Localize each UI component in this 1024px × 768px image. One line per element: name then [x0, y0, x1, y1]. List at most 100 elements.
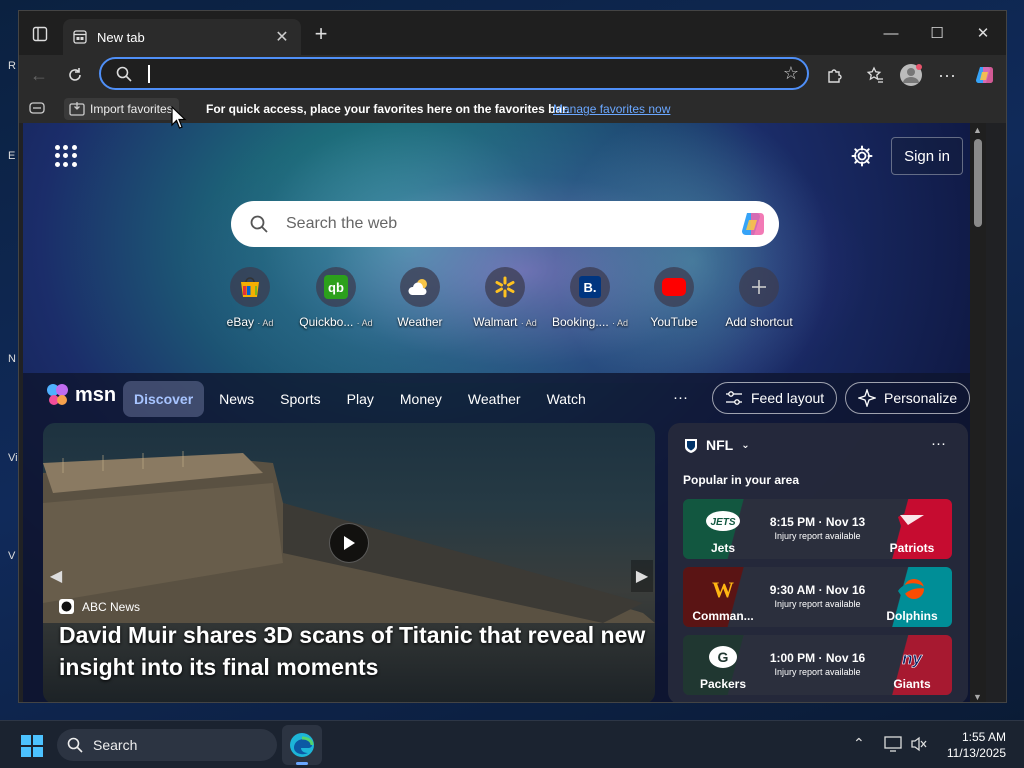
- sign-in-button[interactable]: Sign in: [891, 137, 963, 175]
- nav-weather[interactable]: Weather: [457, 381, 532, 417]
- chevron-down-icon: ⌄: [741, 439, 750, 451]
- favorites-bar-icon: [29, 102, 45, 114]
- shortcut-ebay[interactable]: eBay · Ad: [205, 267, 295, 329]
- taskbar-edge-button[interactable]: [282, 725, 322, 765]
- feed-layout-button[interactable]: Feed layout: [712, 382, 838, 414]
- desktop-icon-fragment: R: [8, 60, 16, 72]
- page-scrollbar[interactable]: ▲ ▼: [970, 123, 986, 702]
- ad-label: · Ad: [356, 318, 373, 328]
- nfl-more-button[interactable]: ···: [931, 435, 946, 452]
- show-hidden-icons-chevron-icon[interactable]: ⌃: [853, 735, 865, 752]
- booking-icon: B.: [570, 267, 610, 307]
- favorites-button[interactable]: [861, 61, 889, 89]
- home-team: Packers: [699, 677, 747, 691]
- msn-feed: msn Discover News Sports Play Money Weat…: [23, 373, 986, 702]
- toolbar: ← ☆ ···: [19, 55, 1006, 95]
- volume-muted-icon[interactable]: [910, 735, 928, 753]
- play-video-button[interactable]: [329, 523, 369, 563]
- scroll-down-icon[interactable]: ▼: [973, 692, 982, 702]
- windows-start-icon[interactable]: [20, 734, 44, 758]
- browser-window: New tab ✕ + — ☐ ✕ ← ☆ ··· Import favorit…: [18, 10, 1007, 703]
- address-bar[interactable]: ☆: [99, 57, 809, 90]
- carousel-next-button[interactable]: ▶: [631, 560, 653, 592]
- nav-sports[interactable]: Sports: [269, 381, 331, 417]
- tab-actions-button[interactable]: [27, 21, 53, 47]
- shortcut-booking[interactable]: B. Booking.... · Ad: [545, 267, 635, 329]
- taskbar-clock[interactable]: 1:55 AM 11/13/2025: [947, 729, 1006, 761]
- shortcut-label: Walmart: [473, 315, 518, 329]
- game-row[interactable]: JETS 8:15 PM · Nov 13 Injury report avai…: [683, 499, 952, 559]
- game-row[interactable]: G ny 1:00 PM · Nov 16 Injury report avai…: [683, 635, 952, 695]
- hero-news-card[interactable]: ◀ ▶ ABC News David Muir shares 3D scans …: [43, 423, 655, 702]
- svg-text:B.: B.: [584, 280, 597, 295]
- shortcut-add[interactable]: Add shortcut: [714, 267, 804, 329]
- nav-news[interactable]: News: [208, 381, 265, 417]
- title-bar: New tab ✕ + — ☐ ✕: [19, 11, 1006, 55]
- copilot-icon[interactable]: [739, 210, 769, 238]
- taskbar-search-label: Search: [93, 737, 138, 753]
- apps-launcher-icon[interactable]: [55, 145, 77, 167]
- refresh-button[interactable]: [61, 61, 89, 89]
- nav-more-button[interactable]: ···: [673, 389, 688, 406]
- shortcut-label: eBay: [226, 315, 254, 329]
- hero-headline[interactable]: David Muir shares 3D scans of Titanic th…: [59, 619, 649, 683]
- shortcut-walmart[interactable]: Walmart · Ad: [460, 267, 550, 329]
- nfl-title: NFL: [706, 437, 734, 453]
- away-team: Giants: [893, 677, 931, 691]
- web-search-box[interactable]: Search the web: [231, 201, 779, 247]
- giants-logo-icon: ny: [902, 649, 924, 669]
- manage-favorites-link[interactable]: Manage favorites now: [553, 102, 670, 116]
- scroll-up-icon[interactable]: ▲: [973, 125, 982, 135]
- taskbar: Search ⌃ 1:55 AM 11/13/2025: [0, 720, 1024, 768]
- add-favorite-star-icon[interactable]: ☆: [783, 63, 799, 84]
- nav-watch[interactable]: Watch: [536, 381, 597, 417]
- back-button[interactable]: ←: [25, 61, 53, 89]
- game-time: 8:15 PM · Nov 13: [769, 515, 866, 529]
- personalize-label: Personalize: [884, 390, 958, 406]
- nfl-shield-icon: [685, 439, 697, 453]
- scrollbar-thumb[interactable]: [974, 139, 982, 227]
- maximize-button[interactable]: ☐: [914, 19, 960, 47]
- shortcut-quickbooks[interactable]: qb Quickbo... · Ad: [291, 267, 381, 329]
- jets-logo-icon: JETS: [706, 511, 740, 531]
- carousel-prev-button[interactable]: ◀: [45, 560, 67, 592]
- quickbooks-icon: qb: [316, 267, 356, 307]
- article-source: ABC News: [59, 599, 140, 614]
- nav-discover[interactable]: Discover: [123, 381, 205, 417]
- minimize-button[interactable]: —: [868, 19, 914, 47]
- extensions-button[interactable]: [821, 61, 849, 89]
- nav-play[interactable]: Play: [336, 381, 385, 417]
- copilot-button[interactable]: [971, 61, 999, 89]
- display-icon[interactable]: [884, 735, 902, 753]
- refresh-icon: [69, 68, 81, 81]
- packers-logo-icon: G: [709, 646, 737, 668]
- shortcut-youtube[interactable]: YouTube: [629, 267, 719, 329]
- msn-logo[interactable]: msn: [45, 383, 116, 407]
- new-tab-button[interactable]: +: [309, 23, 333, 45]
- import-favorites-button[interactable]: Import favorites: [64, 98, 179, 120]
- home-team: Jets: [710, 541, 736, 555]
- walmart-icon: [485, 267, 525, 307]
- svg-text:W: W: [712, 577, 734, 602]
- youtube-icon: [654, 267, 694, 307]
- nfl-header[interactable]: NFL ⌄: [684, 437, 750, 453]
- desktop-icon-fragment: V: [8, 550, 16, 562]
- taskbar-search[interactable]: Search: [57, 729, 277, 761]
- page-settings-gear-icon[interactable]: [851, 145, 873, 167]
- clock-date: 11/13/2025: [946, 746, 1006, 760]
- game-time: 1:00 PM · Nov 16: [769, 651, 866, 665]
- close-window-button[interactable]: ✕: [960, 19, 1006, 47]
- new-tab-page: Sign in Search the web eBay · Ad qb Quic…: [23, 123, 986, 702]
- tab-close-icon[interactable]: ✕: [273, 27, 291, 47]
- tab-actions-icon: [32, 26, 48, 42]
- search-placeholder: Search the web: [286, 215, 398, 232]
- profile-button[interactable]: [897, 61, 925, 89]
- nav-money[interactable]: Money: [389, 381, 453, 417]
- shortcut-weather[interactable]: Weather: [375, 267, 465, 329]
- tab-new-tab[interactable]: New tab ✕: [63, 19, 301, 55]
- personalize-button[interactable]: Personalize: [845, 382, 971, 414]
- settings-more-button[interactable]: ···: [933, 61, 961, 89]
- avatar-icon: [900, 64, 922, 86]
- injury-note: Injury report available: [774, 599, 861, 609]
- game-row[interactable]: W 9:30 AM · Nov 16 Injury report availab…: [683, 567, 952, 627]
